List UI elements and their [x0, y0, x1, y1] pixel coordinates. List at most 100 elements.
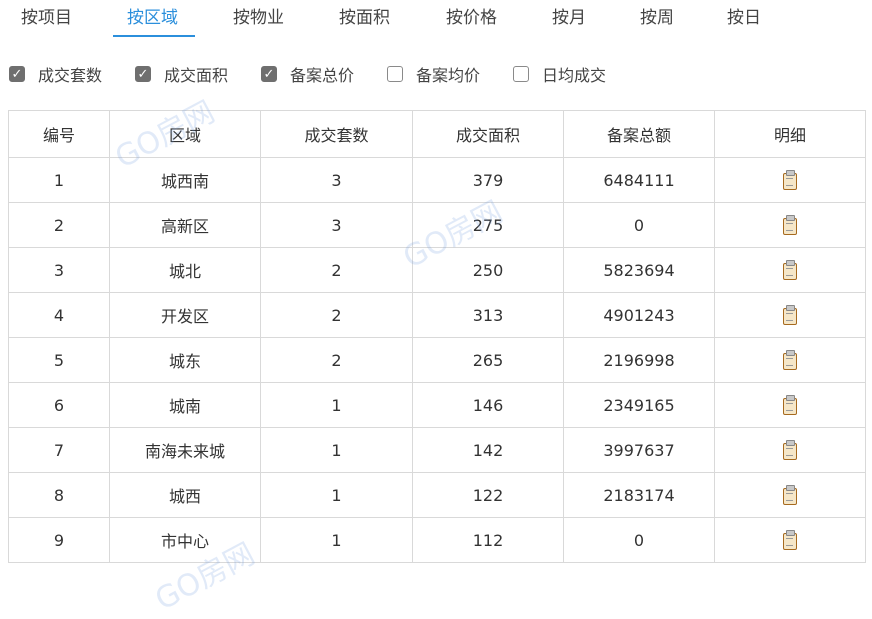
cell-detail: [714, 292, 866, 338]
clipboard-icon[interactable]: [783, 484, 797, 505]
checkbox-box[interactable]: [387, 66, 403, 82]
cell-deal-count: 3: [260, 202, 413, 248]
column-header-deal-count: 成交套数: [260, 110, 413, 158]
tab-by-week[interactable]: 按周: [640, 6, 674, 38]
column-header-deal-area: 成交面积: [412, 110, 564, 158]
cell-district: 城西: [109, 472, 261, 518]
cell-id: 1: [8, 157, 110, 203]
cell-deal-count: 2: [260, 292, 413, 338]
clipboard-icon[interactable]: [783, 304, 797, 325]
column-header-id: 编号: [8, 110, 110, 158]
tab-bar: 按项目 按区域 按物业 按面积 按价格 按月 按周 按日: [0, 0, 872, 40]
cell-id: 7: [8, 427, 110, 473]
clipboard-icon[interactable]: [783, 214, 797, 235]
cell-detail: [714, 472, 866, 518]
clipboard-icon[interactable]: [783, 394, 797, 415]
table-row: 6 城南 1 146 2349165: [8, 382, 866, 428]
cell-district: 城北: [109, 247, 261, 293]
checkbox-deal-count[interactable]: ✓ 成交套数: [9, 62, 102, 86]
clipboard-icon[interactable]: [783, 439, 797, 460]
tab-by-price[interactable]: 按价格: [446, 6, 497, 38]
cell-id: 3: [8, 247, 110, 293]
tab-by-district[interactable]: 按区域: [127, 6, 178, 38]
cell-deal-count: 2: [260, 247, 413, 293]
cell-filing-total: 0: [563, 202, 715, 248]
cell-filing-total: 4901243: [563, 292, 715, 338]
checkbox-filing-avg-price[interactable]: 备案均价: [387, 62, 480, 86]
cell-filing-total: 5823694: [563, 247, 715, 293]
cell-id: 5: [8, 337, 110, 383]
cell-deal-area: 146: [412, 382, 564, 428]
cell-deal-count: 1: [260, 472, 413, 518]
cell-deal-area: 379: [412, 157, 564, 203]
cell-deal-count: 1: [260, 382, 413, 428]
cell-district: 开发区: [109, 292, 261, 338]
table-row: 2 高新区 3 275 0: [8, 202, 866, 248]
tab-by-day[interactable]: 按日: [727, 6, 761, 38]
cell-deal-area: 142: [412, 427, 564, 473]
tab-by-month[interactable]: 按月: [552, 6, 586, 38]
clipboard-icon[interactable]: [783, 529, 797, 550]
column-header-filing-total: 备案总额: [563, 110, 715, 158]
checkbox-daily-avg-deals[interactable]: 日均成交: [513, 62, 606, 86]
checkbox-deal-area[interactable]: ✓ 成交面积: [135, 62, 228, 86]
cell-filing-total: 2196998: [563, 337, 715, 383]
cell-id: 2: [8, 202, 110, 248]
tab-by-area[interactable]: 按面积: [339, 6, 390, 38]
table-row: 7 南海未来城 1 142 3997637: [8, 427, 866, 473]
cell-district: 城东: [109, 337, 261, 383]
column-header-detail: 明细: [714, 110, 866, 158]
tab-by-property[interactable]: 按物业: [233, 6, 284, 38]
cell-detail: [714, 202, 866, 248]
cell-filing-total: 6484111: [563, 157, 715, 203]
tab-by-project[interactable]: 按项目: [21, 6, 72, 38]
table-header-row: 编号 区域 成交套数 成交面积 备案总额 明细: [8, 110, 866, 158]
table-row: 3 城北 2 250 5823694: [8, 247, 866, 293]
checkbox-filing-total-price[interactable]: ✓ 备案总价: [261, 62, 354, 86]
filter-checkboxes: ✓ 成交套数 ✓ 成交面积 ✓ 备案总价 备案均价 日均成交: [0, 58, 872, 86]
cell-id: 9: [8, 517, 110, 563]
column-header-district: 区域: [109, 110, 261, 158]
checkbox-box[interactable]: ✓: [135, 66, 151, 82]
checkbox-box[interactable]: ✓: [261, 66, 277, 82]
cell-filing-total: 3997637: [563, 427, 715, 473]
cell-detail: [714, 427, 866, 473]
cell-detail: [714, 247, 866, 293]
cell-deal-area: 112: [412, 517, 564, 563]
cell-district: 城西南: [109, 157, 261, 203]
checkbox-label: 日均成交: [542, 66, 607, 85]
active-tab-indicator: [113, 35, 195, 37]
cell-district: 市中心: [109, 517, 261, 563]
cell-filing-total: 0: [563, 517, 715, 563]
cell-id: 4: [8, 292, 110, 338]
cell-district: 南海未来城: [109, 427, 261, 473]
checkbox-box[interactable]: ✓: [9, 66, 25, 82]
cell-deal-count: 1: [260, 517, 413, 563]
clipboard-icon[interactable]: [783, 349, 797, 370]
cell-deal-count: 2: [260, 337, 413, 383]
checkbox-label: 备案均价: [416, 66, 481, 85]
cell-filing-total: 2349165: [563, 382, 715, 428]
clipboard-icon[interactable]: [783, 169, 797, 190]
table-row: 8 城西 1 122 2183174: [8, 472, 866, 518]
cell-deal-area: 275: [412, 202, 564, 248]
cell-detail: [714, 382, 866, 428]
cell-filing-total: 2183174: [563, 472, 715, 518]
district-deals-table: 编号 区域 成交套数 成交面积 备案总额 明细 1 城西南 3 379 6484111 2…: [8, 110, 866, 563]
checkbox-label: 备案总价: [290, 66, 355, 85]
cell-deal-area: 313: [412, 292, 564, 338]
table-row: 4 开发区 2 313 4901243: [8, 292, 866, 338]
cell-deal-area: 122: [412, 472, 564, 518]
checkbox-box[interactable]: [513, 66, 529, 82]
table-row: 5 城东 2 265 2196998: [8, 337, 866, 383]
table-row: 9 市中心 1 112 0: [8, 517, 866, 563]
cell-detail: [714, 157, 866, 203]
clipboard-icon[interactable]: [783, 259, 797, 280]
cell-id: 8: [8, 472, 110, 518]
checkbox-label: 成交面积: [164, 66, 229, 85]
table-row: 1 城西南 3 379 6484111: [8, 157, 866, 203]
cell-deal-count: 1: [260, 427, 413, 473]
cell-deal-count: 3: [260, 157, 413, 203]
cell-detail: [714, 337, 866, 383]
cell-detail: [714, 517, 866, 563]
